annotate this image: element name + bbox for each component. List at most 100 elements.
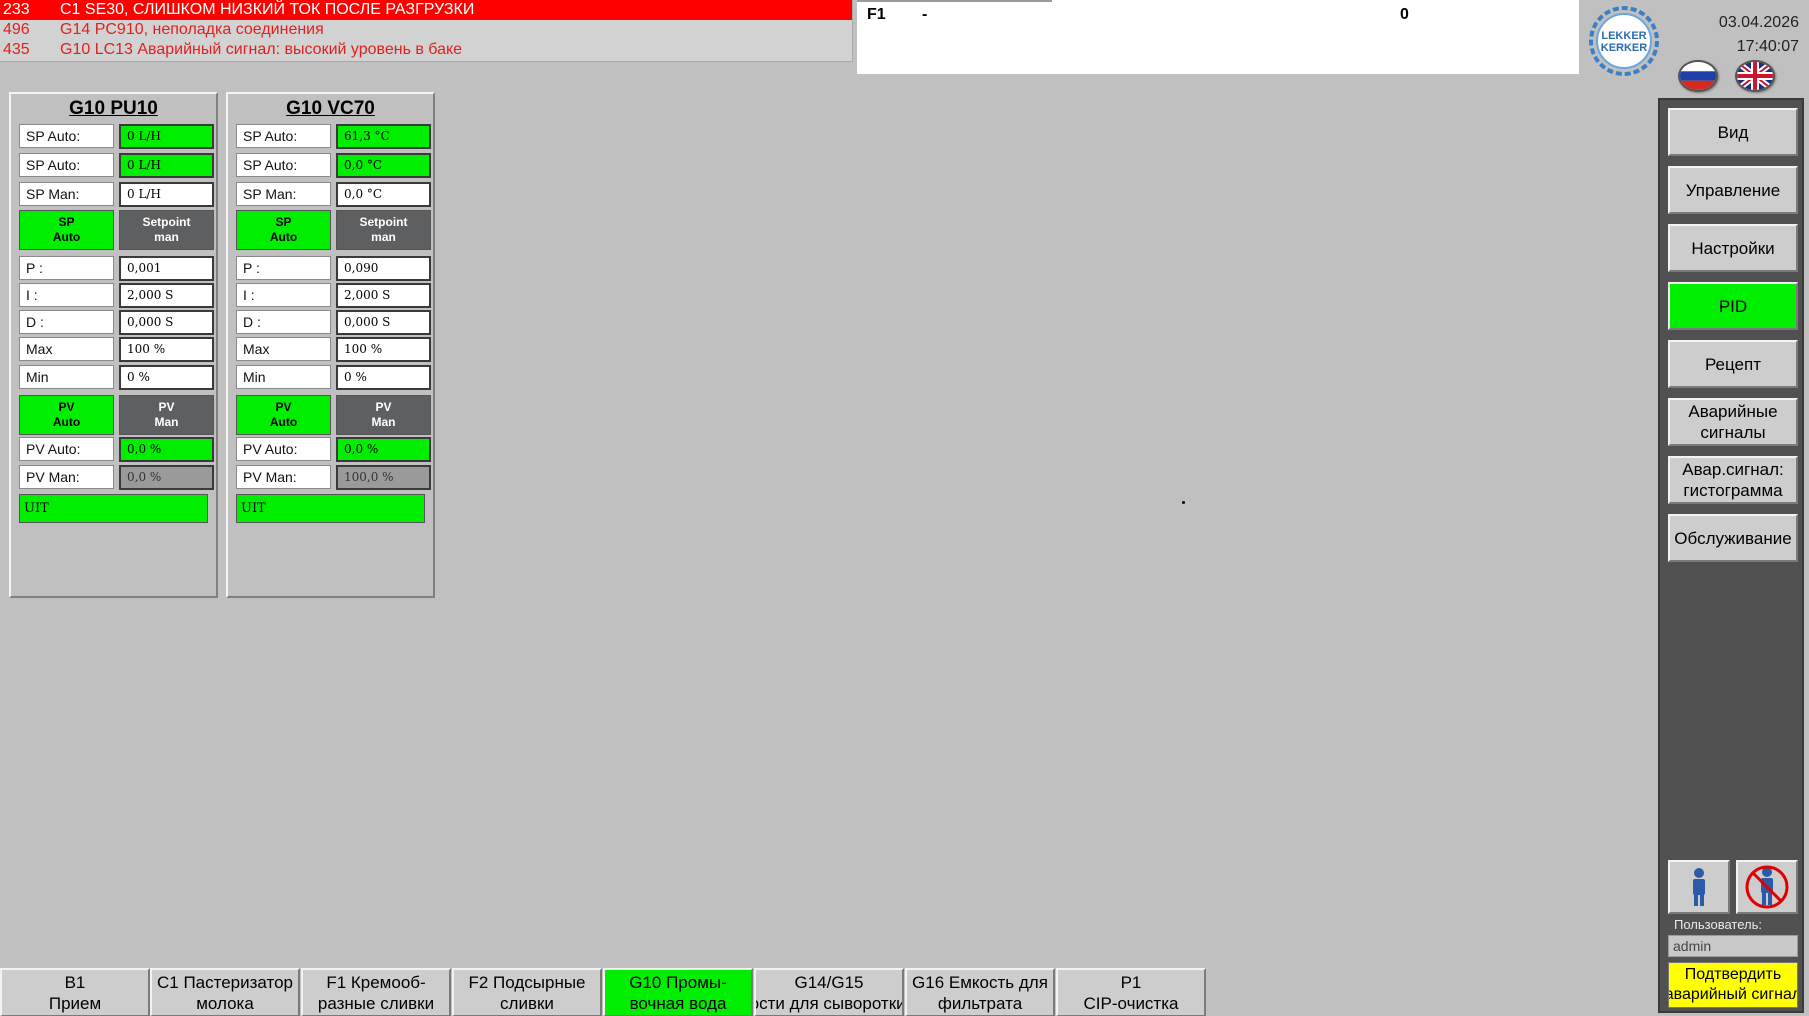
- tab-label: C1 Пастеризатор: [156, 972, 293, 992]
- tab-f1[interactable]: F1 Кремооб- разные сливки: [301, 968, 451, 1016]
- d-input[interactable]: 0,000 S: [336, 310, 431, 335]
- nav-label: гистограмма: [1683, 481, 1783, 500]
- max-input[interactable]: 100 %: [336, 337, 431, 362]
- sp-auto-value: 0 L/H: [119, 124, 214, 149]
- alarm-id: 233: [3, 1, 30, 18]
- tab-label: F1 Кремооб-: [326, 972, 426, 992]
- logo-text-1: LEKKER: [1601, 30, 1646, 42]
- tab-f2[interactable]: F2 Подсырные сливки: [452, 968, 602, 1016]
- pid-panel-g10-vc70: G10 VC70 SP Auto: 61,3 °C SP Auto: 0,0 °…: [226, 92, 435, 598]
- alarm-row[interactable]: 233 C1 SE30, СЛИШКОМ НИЗКИЙ ТОК ПОСЛЕ РАЗ…: [0, 0, 852, 20]
- alarm-text: G14 PC910, неполадка соединения: [60, 21, 324, 38]
- alarm-row[interactable]: 496 G14 PC910, неполадка соединения: [0, 20, 852, 40]
- nav-control-button[interactable]: Управление: [1668, 166, 1798, 214]
- nav-settings-button[interactable]: Настройки: [1668, 224, 1798, 272]
- current-time: 17:40:07: [1736, 38, 1799, 55]
- button-label: PV: [158, 400, 175, 414]
- pv-auto-label: PV Auto:: [236, 437, 331, 461]
- uit-status-bar[interactable]: UIT: [19, 494, 208, 523]
- uk-flag-icon[interactable]: [1735, 60, 1775, 92]
- button-label: PV: [58, 400, 75, 414]
- pv-auto-button[interactable]: PV Auto: [19, 395, 114, 435]
- min-input[interactable]: 0 %: [119, 365, 214, 390]
- button-label: Setpoint: [359, 215, 408, 229]
- p-label: P :: [236, 256, 331, 280]
- tab-g14-g15[interactable]: G14/G15 Емкости для сыворотки/обр: [754, 968, 904, 1016]
- pv-auto-value: 0,0 %: [336, 437, 431, 462]
- p-input[interactable]: 0,090: [336, 256, 431, 281]
- pid-title: G10 PU10: [69, 98, 158, 119]
- nav-label: Обслуживание: [1674, 528, 1792, 548]
- sp-auto-button[interactable]: SP Auto: [19, 210, 114, 250]
- min-input[interactable]: 0 %: [336, 365, 431, 390]
- logout-button[interactable]: [1736, 860, 1798, 914]
- info-count: 0: [1400, 6, 1409, 23]
- i-input[interactable]: 2,000 S: [119, 283, 214, 308]
- alarm-list[interactable]: 233 C1 SE30, СЛИШКОМ НИЗКИЙ ТОК ПОСЛЕ РАЗ…: [0, 0, 853, 62]
- sp-auto-button[interactable]: SP Auto: [236, 210, 331, 250]
- nav-pid-button[interactable]: PID: [1668, 282, 1798, 330]
- info-panel: F1 - 0: [857, 0, 1579, 74]
- nav-recipe-button[interactable]: Рецепт: [1668, 340, 1798, 388]
- pv-man-label: PV Man:: [19, 465, 114, 489]
- setpoint-man-button[interactable]: Setpoint man: [336, 210, 431, 250]
- setpoint-man-button[interactable]: Setpoint man: [119, 210, 214, 250]
- max-input[interactable]: 100 %: [119, 337, 214, 362]
- user-icon: [1693, 868, 1705, 906]
- nav-maintenance-button[interactable]: Обслуживание: [1668, 514, 1798, 562]
- tab-label: молока: [196, 993, 254, 1013]
- tab-g10[interactable]: G10 Промы- вочная вода: [603, 968, 753, 1016]
- tab-label: B1: [64, 972, 86, 992]
- info-dash: -: [922, 6, 928, 23]
- tab-label: F2 Подсырные: [468, 972, 586, 992]
- russian-flag-icon[interactable]: [1678, 60, 1718, 92]
- p-input[interactable]: 0,001: [119, 256, 214, 281]
- info-divider: [857, 0, 1052, 2]
- tab-label: G10 Промы-: [629, 972, 727, 992]
- button-label: Man: [154, 415, 179, 429]
- tab-c1[interactable]: C1 Пастеризатор молока: [150, 968, 300, 1016]
- sp-auto-value: 61,3 °C: [336, 124, 431, 149]
- login-button[interactable]: [1668, 860, 1730, 914]
- alarm-row[interactable]: 435 G10 LC13 Аварийный сигнал: высокий ур…: [0, 40, 852, 60]
- tab-g16[interactable]: G16 Емкость для фильтрата: [905, 968, 1055, 1016]
- button-label: man: [371, 230, 396, 244]
- sp-man-label: SP Man:: [19, 182, 114, 206]
- i-label: I :: [236, 283, 331, 307]
- uit-status-bar[interactable]: UIT: [236, 494, 425, 523]
- nav-label: Рецепт: [1704, 354, 1762, 374]
- tab-p1[interactable]: P1 CIP-очистка: [1056, 968, 1206, 1016]
- pv-auto-button[interactable]: PV Auto: [236, 395, 331, 435]
- current-date: 03.04.2026: [1718, 14, 1799, 31]
- sp-auto-value: 0,0 °C: [336, 153, 431, 178]
- sp-man-input[interactable]: 0 L/H: [119, 182, 214, 207]
- tab-label: CIP-очистка: [1083, 993, 1179, 1013]
- sp-auto-label: SP Auto:: [19, 124, 114, 148]
- pv-man-value: 100,0 %: [336, 465, 431, 490]
- min-label: Min: [236, 365, 331, 389]
- pv-man-button[interactable]: PV Man: [119, 395, 214, 435]
- nav-label: сигналы: [1700, 423, 1766, 442]
- tab-label: разные сливки: [317, 993, 435, 1013]
- d-label: D :: [236, 310, 331, 334]
- pv-man-button[interactable]: PV Man: [336, 395, 431, 435]
- tab-label: G14/G15: [794, 972, 864, 992]
- nav-alarm-histogram-button[interactable]: Авар.сигнал: гистограмма: [1668, 456, 1798, 504]
- nav-view-button[interactable]: Вид: [1668, 108, 1798, 156]
- button-label: Setpoint: [142, 215, 191, 229]
- max-label: Max: [19, 337, 114, 361]
- button-label: SP: [275, 215, 292, 229]
- nav-alarms-button[interactable]: Аварийные сигналы: [1668, 398, 1798, 446]
- d-input[interactable]: 0,000 S: [119, 310, 214, 335]
- tab-b1[interactable]: B1 Прием: [0, 968, 150, 1016]
- right-nav: Вид Управление Настройки PID Рецепт Авар…: [1658, 98, 1804, 1013]
- pv-auto-value: 0,0 %: [119, 437, 214, 462]
- sp-auto-label: SP Auto:: [236, 153, 331, 177]
- button-label: Auto: [269, 415, 298, 429]
- button-label: Man: [371, 415, 396, 429]
- button-label: man: [154, 230, 179, 244]
- sp-man-input[interactable]: 0,0 °C: [336, 182, 431, 207]
- i-input[interactable]: 2,000 S: [336, 283, 431, 308]
- sp-auto-label: SP Auto:: [19, 153, 114, 177]
- acknowledge-alarm-button[interactable]: Подтвердить аварийный сигнал: [1668, 962, 1798, 1008]
